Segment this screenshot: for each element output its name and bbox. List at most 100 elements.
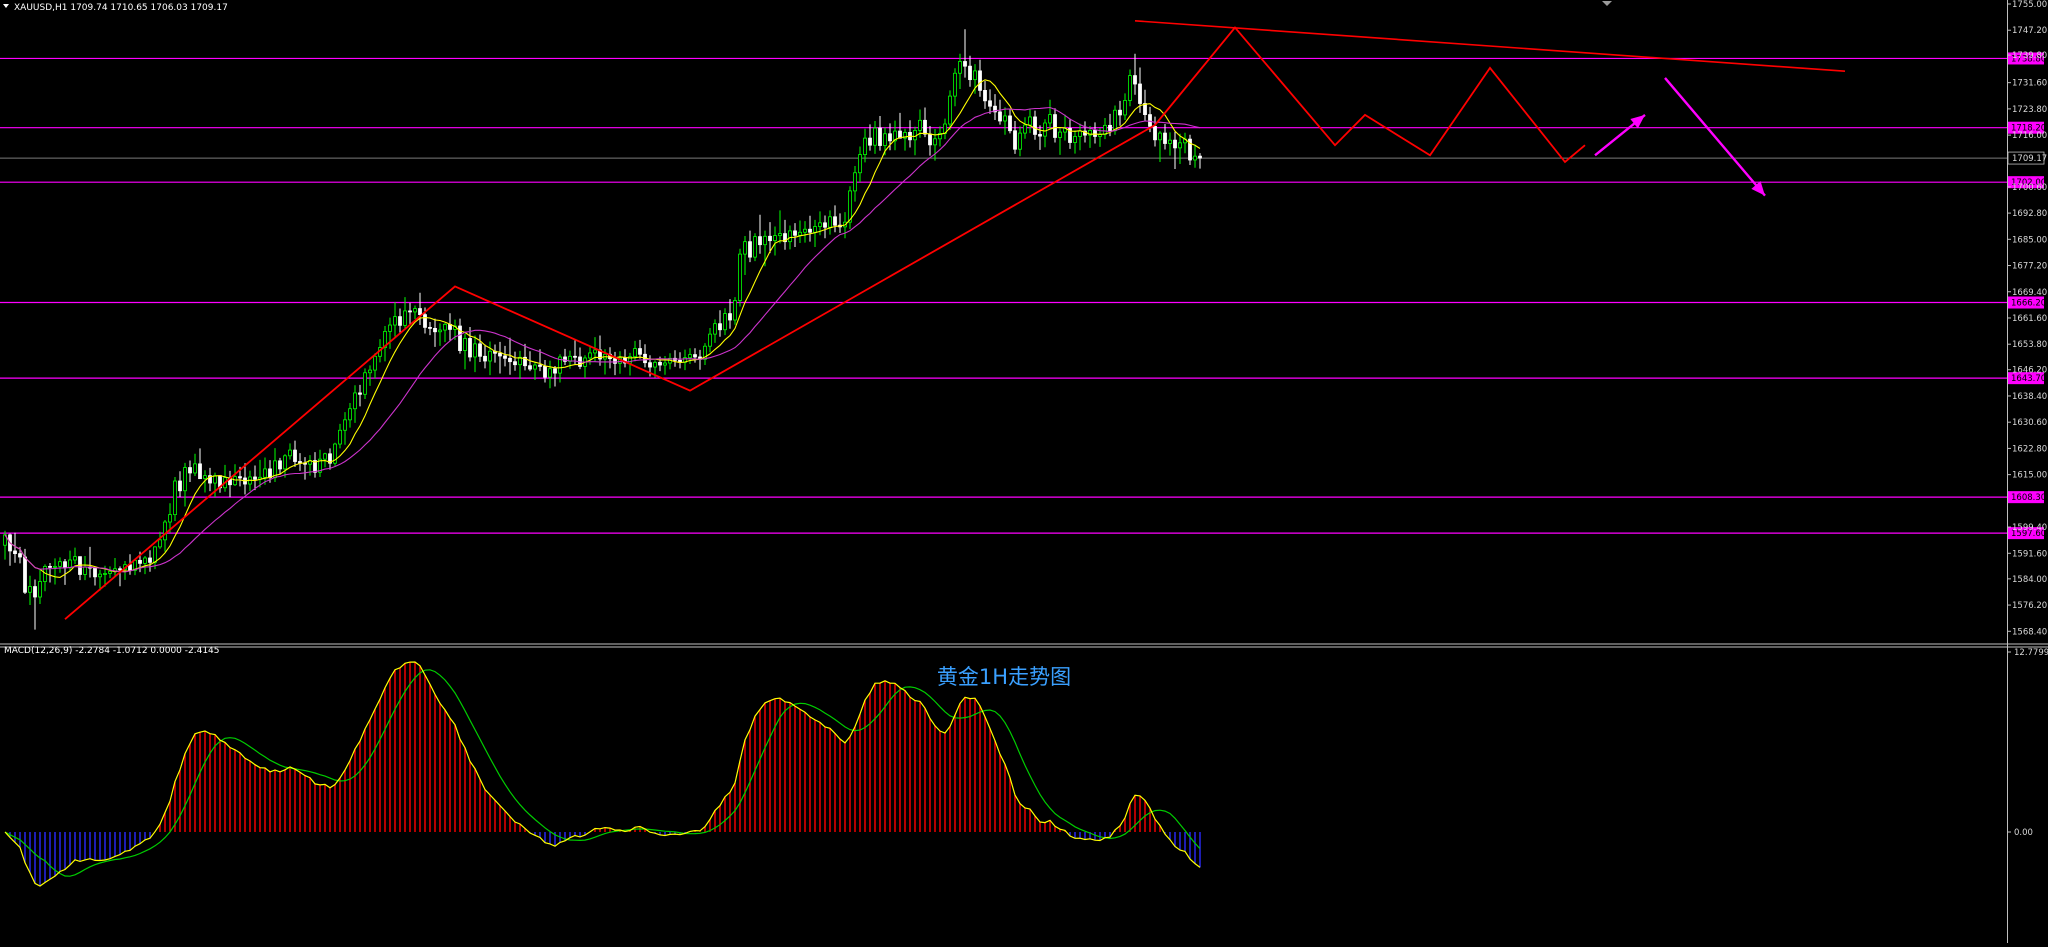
candle-body (93, 567, 97, 578)
candle-body (443, 323, 447, 331)
y-tick-label: 1568.40 (2012, 627, 2047, 637)
candle-body (758, 236, 762, 246)
candle (848, 186, 852, 229)
candle-body (833, 216, 837, 226)
candle-body (1093, 129, 1097, 137)
candle-body (928, 133, 932, 146)
candle-body (998, 111, 1002, 122)
candle-body (363, 372, 367, 395)
candle-body (513, 361, 517, 366)
y-tick-label: 1700.60 (2012, 183, 2047, 193)
candle-body (178, 480, 182, 492)
candle-body (918, 119, 922, 131)
candle-body (743, 241, 747, 255)
y-tick-label: 1630.60 (2012, 418, 2047, 428)
candle-body (508, 357, 512, 363)
candle-body (638, 348, 642, 355)
y-tick-label: 1723.80 (2012, 105, 2047, 115)
candle-body (533, 364, 537, 370)
candle-body (473, 343, 477, 358)
candle-body (23, 556, 27, 593)
candle-body (853, 172, 857, 192)
candle-body (1163, 132, 1167, 144)
candle-body (1123, 100, 1127, 116)
candle-body (593, 349, 597, 354)
candle-body (828, 216, 832, 228)
candle-body (148, 557, 152, 563)
candle-body (1128, 75, 1132, 101)
chart-canvas: 1738.801718.201702.001666.201643.701608.… (0, 0, 2048, 943)
candle-body (913, 129, 917, 141)
y-tick-label: 1677.20 (2012, 262, 2047, 272)
candle-body (823, 222, 827, 228)
y-tick-label: 1638.40 (2012, 392, 2047, 402)
candle-body (83, 566, 87, 575)
candle-body (663, 362, 667, 366)
candle-body (933, 138, 937, 146)
candle-body (433, 327, 437, 333)
candle-body (1198, 155, 1202, 159)
candle-body (1008, 115, 1012, 132)
candle-body (323, 453, 327, 460)
candle-body (528, 365, 532, 370)
candle-body (268, 468, 272, 479)
candle-body (818, 222, 822, 227)
candle-body (878, 127, 882, 146)
candle-body (778, 233, 782, 237)
candle-body (103, 573, 107, 575)
candle-body (1043, 122, 1047, 137)
candle-body (1158, 132, 1162, 141)
candle-body (408, 310, 412, 313)
y-tick-label: 1576.20 (2012, 601, 2047, 611)
candle-body (723, 313, 727, 331)
candle-body (353, 392, 357, 410)
candle-body (1018, 132, 1022, 150)
candle-body (183, 467, 187, 492)
candle-body (543, 365, 547, 378)
candle-body (1138, 83, 1142, 104)
candle-body (418, 308, 422, 316)
candle-body (653, 361, 657, 368)
candle-body (63, 561, 67, 569)
candle-body (713, 323, 717, 335)
candle-body (143, 557, 147, 564)
candle-body (693, 354, 697, 358)
candle-body (1178, 142, 1182, 149)
candle-body (613, 358, 617, 364)
candle-body (658, 361, 662, 366)
candle-body (738, 253, 742, 301)
y-tick-label: 1646.20 (2012, 366, 2047, 376)
candle (753, 233, 757, 262)
candle-body (158, 539, 162, 548)
candle-body (288, 449, 292, 457)
y-tick-label: 1685.00 (2012, 235, 2047, 245)
candle (738, 248, 742, 307)
candle-body (1113, 109, 1117, 132)
candle-body (1193, 155, 1197, 161)
candle-body (813, 226, 817, 233)
candle-body (883, 133, 887, 146)
candle-body (98, 573, 102, 578)
candle-body (1078, 130, 1082, 137)
candle-body (733, 300, 737, 321)
candle-body (983, 89, 987, 102)
candle-body (358, 392, 362, 395)
candle-body (968, 65, 972, 81)
candle-body (718, 323, 722, 331)
candle-body (648, 362, 652, 368)
candle-body (1048, 114, 1052, 124)
candle-body (1013, 130, 1017, 150)
chart-title: 黄金1H走势图 (937, 665, 1071, 689)
macd-tick-label: 12.7799 (2014, 648, 2048, 658)
candle-body (53, 565, 57, 568)
candle-body (803, 228, 807, 233)
candle-body (348, 408, 352, 421)
candle-body (573, 355, 577, 358)
candle-body (373, 355, 377, 371)
candle-body (428, 326, 432, 329)
level-tag-label-3: 1666.20 (2011, 299, 2046, 309)
candle-body (798, 231, 802, 236)
y-tick-label: 1692.80 (2012, 209, 2047, 219)
candle-body (868, 137, 872, 146)
candle-body (1033, 116, 1037, 135)
